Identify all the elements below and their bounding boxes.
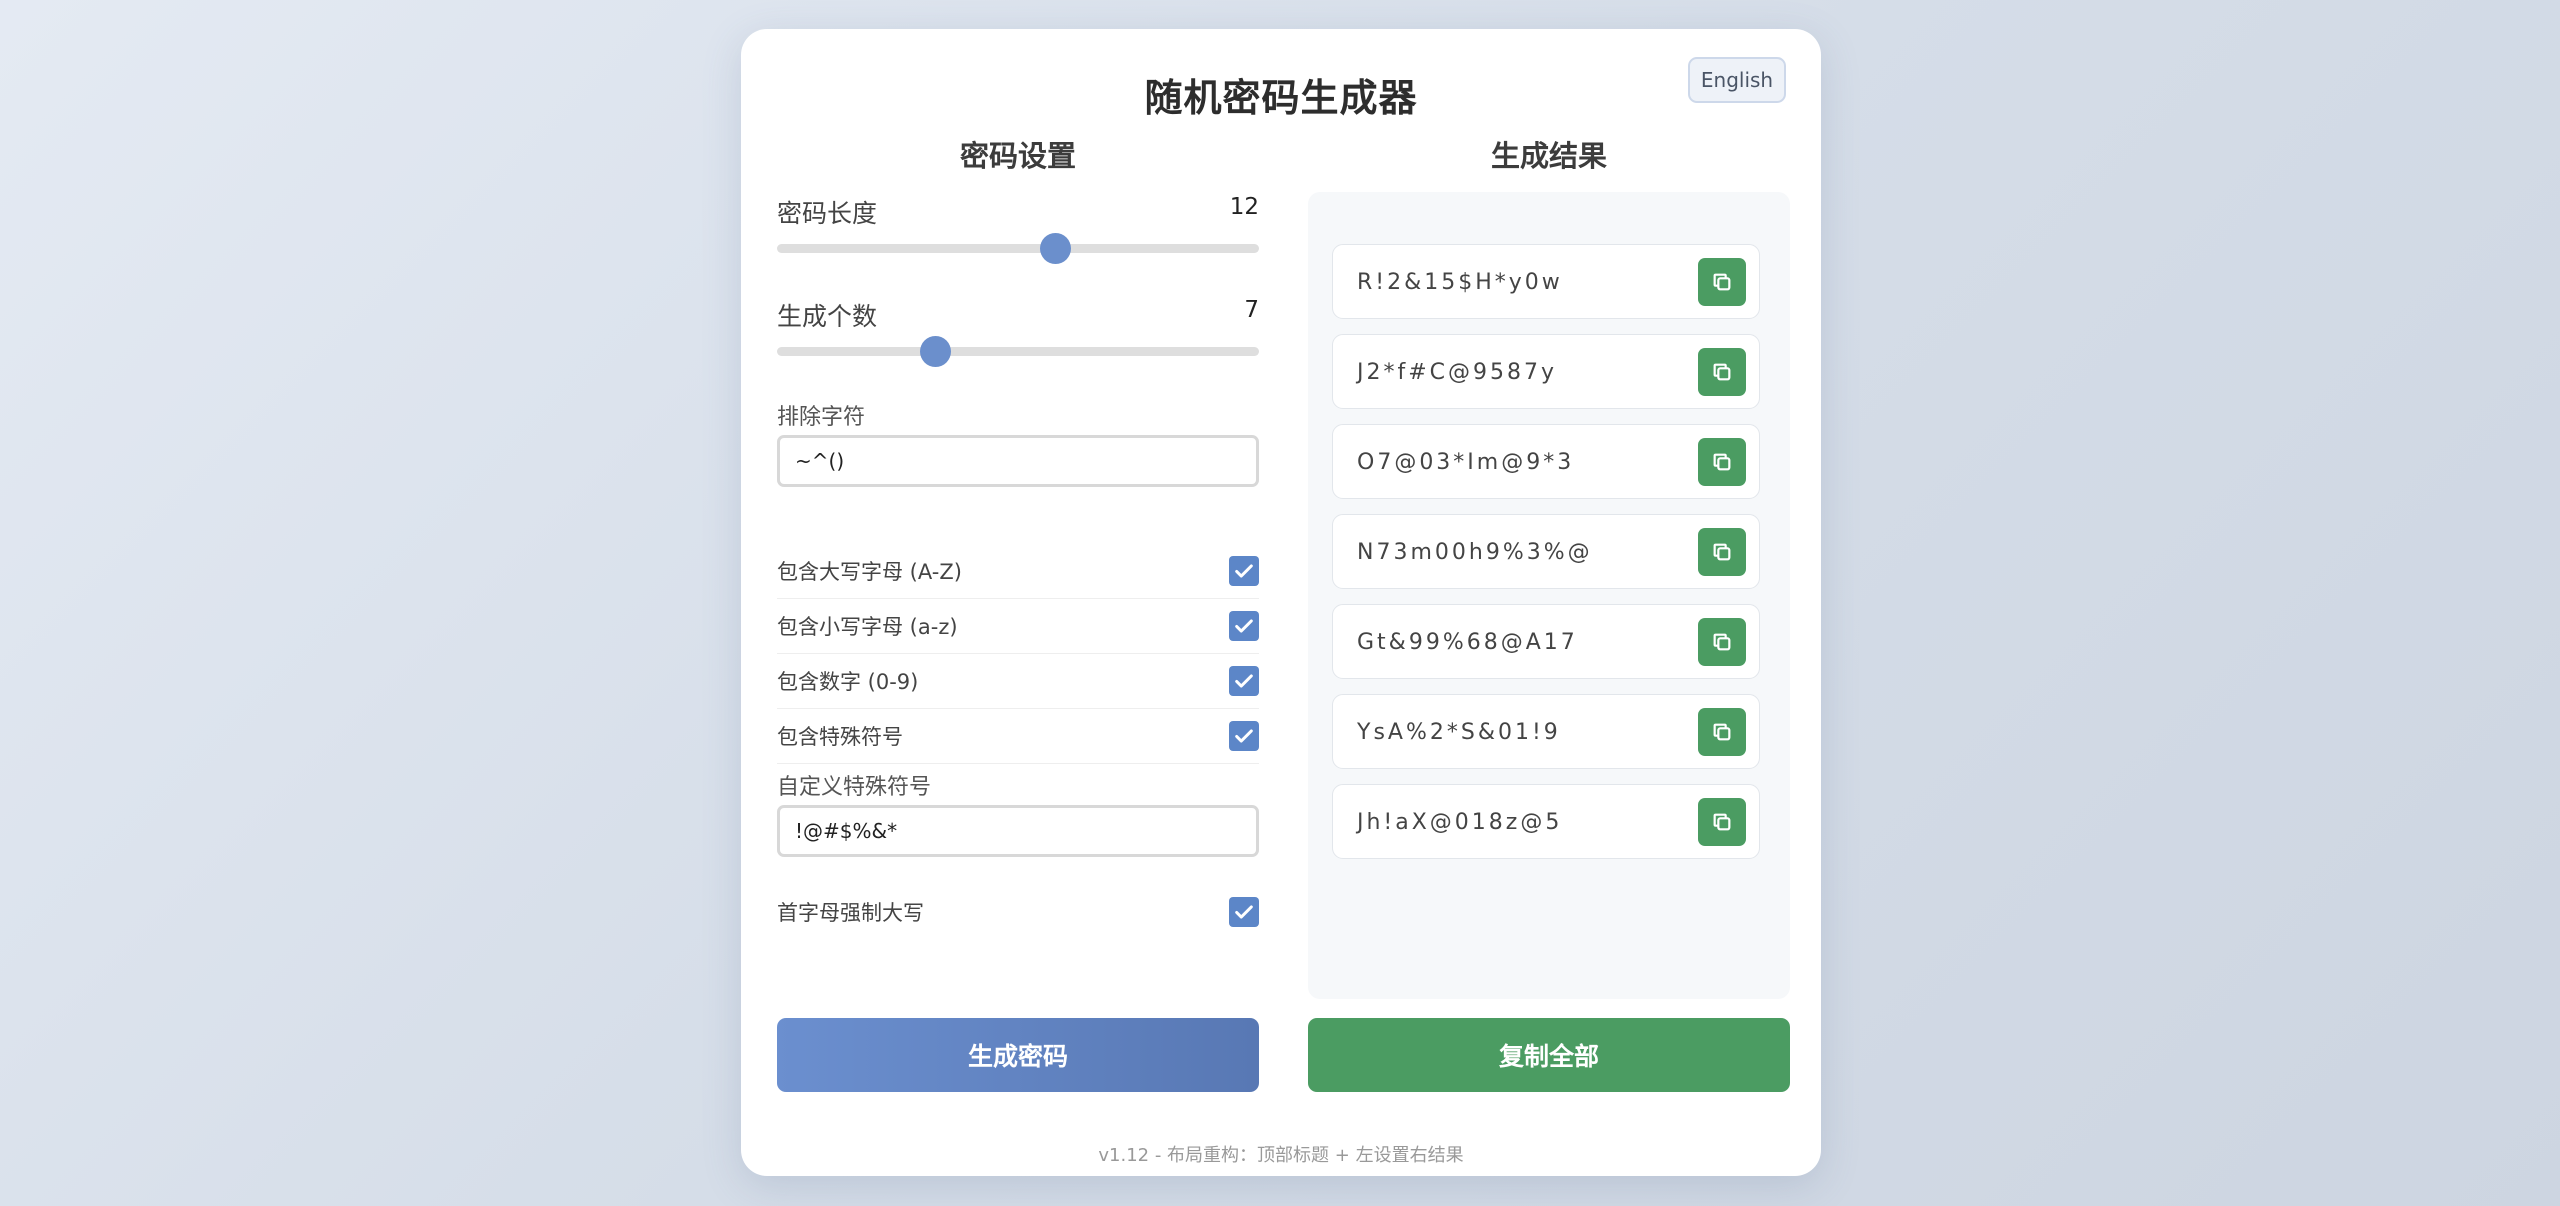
password-item: J2*f#C@9587y (1332, 334, 1760, 409)
force-upper-checkbox[interactable] (1229, 896, 1259, 927)
option-row-uppercase[interactable]: 包含大写字母 (A-Z) (777, 544, 1259, 599)
force-upper-label: 首字母强制大写 (777, 900, 924, 925)
count-slider-thumb[interactable] (919, 336, 951, 367)
copy-icon (1713, 363, 1731, 381)
uppercase-checkbox[interactable] (1229, 556, 1259, 586)
copy-icon (1713, 453, 1731, 471)
password-item: N73m00h9%3%@ (1332, 514, 1760, 589)
copy-button[interactable] (1698, 528, 1746, 576)
password-item: YsA%2*S&01!9 (1332, 694, 1760, 769)
length-value: 12 (1229, 194, 1259, 220)
check-icon (1235, 674, 1253, 688)
check-icon (1235, 619, 1253, 633)
symbols-checkbox[interactable] (1229, 721, 1259, 751)
copy-button[interactable] (1698, 438, 1746, 486)
language-toggle-button[interactable]: English (1688, 57, 1786, 103)
copy-all-button[interactable]: 复制全部 (1308, 1018, 1790, 1092)
copy-icon (1713, 273, 1731, 291)
password-item: R!2&15$H*y0w (1332, 244, 1760, 319)
length-slider-row: 密码长度 12 (777, 194, 1259, 264)
password-text[interactable]: R!2&15$H*y0w (1357, 245, 1563, 320)
copy-icon (1713, 813, 1731, 831)
password-item: Jh!aX@018z@5 (1332, 784, 1760, 859)
digits-checkbox[interactable] (1229, 666, 1259, 696)
length-slider-thumb[interactable] (1039, 233, 1071, 264)
check-icon (1235, 729, 1253, 743)
copy-button[interactable] (1698, 798, 1746, 846)
count-slider-row: 生成个数 7 (777, 297, 1259, 367)
check-icon (1235, 564, 1253, 578)
check-icon (1235, 904, 1253, 919)
copy-button[interactable] (1698, 348, 1746, 396)
option-row-digits[interactable]: 包含数字 (0-9) (777, 654, 1259, 709)
version-footer: v1.12 - 布局重构：顶部标题 + 左设置右结果 (1098, 1145, 1464, 1166)
copy-button[interactable] (1698, 618, 1746, 666)
lowercase-checkbox[interactable] (1229, 611, 1259, 641)
custom-symbols-label: 自定义特殊符号 (777, 775, 932, 800)
password-text[interactable]: YsA%2*S&01!9 (1357, 695, 1561, 770)
results-section-title: 生成结果 (1490, 139, 1607, 173)
password-text[interactable]: N73m00h9%3%@ (1357, 515, 1593, 590)
copy-icon (1713, 723, 1731, 741)
password-item: Gt&99%68@A17 (1332, 604, 1760, 679)
password-text[interactable]: J2*f#C@9587y (1357, 335, 1557, 410)
password-text[interactable]: Gt&99%68@A17 (1357, 605, 1578, 680)
copy-button[interactable] (1698, 708, 1746, 756)
copy-icon (1713, 543, 1731, 561)
page-title: 随机密码生成器 (1144, 76, 1418, 120)
count-slider-track[interactable] (777, 336, 1259, 367)
length-slider-track[interactable] (777, 233, 1259, 264)
main-card: 随机密码生成器 English 密码设置 密码长度 12 生成个数 7 排除字符… (741, 29, 1821, 1176)
copy-icon (1713, 633, 1731, 651)
count-value: 7 (1244, 297, 1259, 323)
custom-symbols-input[interactable] (777, 805, 1259, 857)
option-label: 包含小写字母 (a-z) (777, 615, 958, 639)
option-row-lowercase[interactable]: 包含小写字母 (a-z) (777, 599, 1259, 654)
exclude-input[interactable] (777, 435, 1259, 487)
option-row-force-upper[interactable]: 首字母强制大写 (777, 884, 1259, 939)
password-item: O7@03*Im@9*3 (1332, 424, 1760, 499)
password-text[interactable]: Jh!aX@018z@5 (1357, 785, 1562, 860)
option-label: 包含大写字母 (A-Z) (777, 560, 962, 584)
length-label: 密码长度 (777, 199, 878, 228)
results-panel: R!2&15$H*y0w J2*f#C@9587y O7@03*Im@9*3 N… (1308, 192, 1790, 999)
option-label: 包含特殊符号 (777, 725, 903, 749)
exclude-label: 排除字符 (777, 405, 866, 430)
generate-button[interactable]: 生成密码 (777, 1018, 1259, 1092)
option-row-symbols[interactable]: 包含特殊符号 (777, 709, 1259, 764)
option-label: 包含数字 (0-9) (777, 670, 919, 694)
count-label: 生成个数 (777, 302, 878, 331)
password-text[interactable]: O7@03*Im@9*3 (1357, 425, 1574, 500)
settings-section-title: 密码设置 (959, 139, 1076, 173)
copy-button[interactable] (1698, 258, 1746, 306)
